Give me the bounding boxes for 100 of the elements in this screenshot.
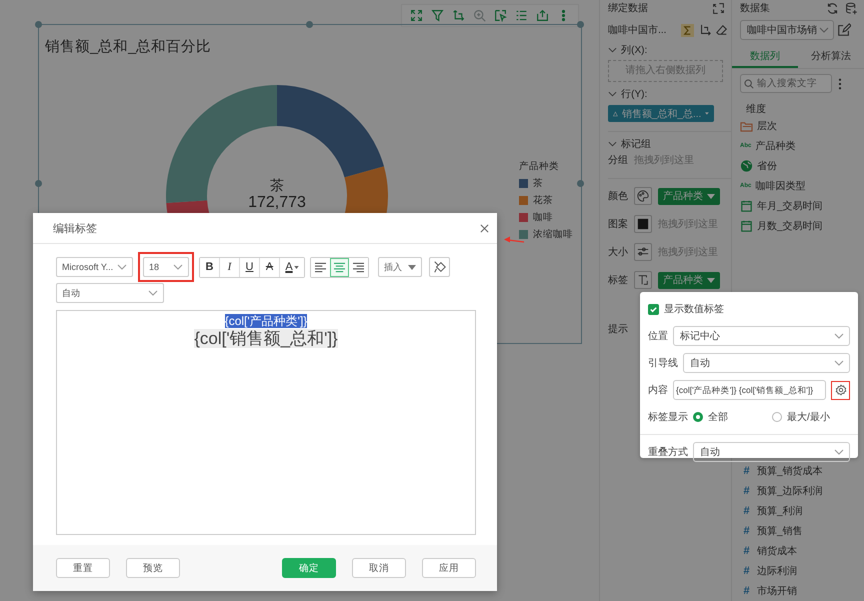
radio-label: 全部	[708, 410, 728, 424]
eraser-icon[interactable]	[716, 24, 728, 36]
font-select[interactable]: Microsoft Y...	[56, 257, 133, 277]
insert-dropdown[interactable]: 插入	[378, 257, 422, 277]
chevron-down-icon[interactable]	[608, 91, 618, 97]
field-label: 提示	[608, 323, 628, 336]
triangle-icon	[613, 108, 618, 118]
field-label: 标签显示	[648, 410, 688, 424]
dimension-pill[interactable]: 产品种类	[658, 188, 720, 204]
sigma-icon[interactable]	[681, 24, 694, 36]
folder-icon	[740, 120, 753, 132]
type-label: #	[742, 585, 751, 597]
resize-handle[interactable]	[35, 180, 42, 187]
legend-title: 产品种类	[519, 160, 560, 173]
slice-label: 茶	[270, 177, 284, 195]
editor-text: {col['产品种类']}	[224, 314, 308, 328]
section-label: 行(Y):	[621, 88, 648, 101]
bold-button[interactable]: B	[200, 258, 220, 276]
radio-button[interactable]	[693, 412, 703, 422]
more-icon[interactable]	[838, 78, 842, 90]
close-icon[interactable]	[480, 224, 489, 232]
field-name[interactable]: 边际利润	[757, 564, 797, 578]
label-editor[interactable]: {col['产品种类']} {col['销售额_总和']}	[56, 310, 476, 535]
position-select[interactable]: 标记中心	[673, 326, 850, 346]
legend-label: 茶	[533, 177, 543, 190]
field-name[interactable]: 省份	[757, 159, 777, 173]
tab[interactable]: 分析算法	[798, 46, 864, 68]
radio-button[interactable]	[772, 412, 782, 422]
chevron-down-icon	[117, 264, 127, 270]
chevron-down-icon[interactable]	[608, 47, 618, 53]
confirm-button[interactable]: 确定	[282, 558, 336, 578]
field-name[interactable]: 市场开销	[757, 584, 797, 598]
caret-down-icon	[408, 264, 416, 270]
resize-handle[interactable]	[577, 180, 584, 187]
type-label: #	[742, 525, 751, 537]
group-label: 维度	[746, 102, 767, 116]
field-name[interactable]: 预算_销售	[757, 524, 803, 538]
field-label: 颜色	[608, 190, 628, 203]
database-add-icon[interactable]	[845, 2, 858, 14]
palette-icon[interactable]	[634, 187, 652, 205]
field-name[interactable]: 年月_交易时间	[757, 199, 823, 213]
dialog-button[interactable]: 预览	[126, 558, 180, 578]
swap-axes-icon[interactable]	[699, 24, 712, 36]
resize-handle[interactable]	[577, 21, 584, 28]
content-field[interactable]: {col['产品种类']} {col['销售额_总和']}	[673, 380, 826, 400]
search-field[interactable]: 输入搜索文字	[740, 74, 832, 93]
measure-pill[interactable]: 销售额_总和_总...	[608, 105, 714, 122]
legend-label: 花茶	[533, 194, 553, 207]
type-label: #	[742, 465, 751, 477]
size-icon[interactable]	[634, 243, 652, 261]
caret-down-icon	[705, 111, 710, 116]
field-name[interactable]: 预算_利润	[757, 504, 803, 518]
search-icon	[744, 78, 754, 88]
slice-value: 172,773	[248, 194, 306, 212]
select-icon[interactable]	[492, 7, 510, 24]
field-name[interactable]: 咖啡因类型	[755, 179, 806, 193]
field-label: 标签	[608, 274, 628, 287]
pattern-icon[interactable]	[634, 215, 652, 233]
field-label: 内容	[648, 384, 668, 397]
legend-label: 浓缩咖啡	[533, 228, 573, 241]
chevron-down-icon	[834, 360, 844, 366]
resize-handle[interactable]	[306, 21, 314, 28]
chevron-down-icon	[173, 264, 183, 270]
field-name[interactable]: 预算_边际利润	[757, 484, 823, 498]
field-name[interactable]: 销货成本	[757, 544, 797, 558]
chevron-down-icon	[819, 27, 829, 33]
chevron-down-icon	[834, 333, 844, 339]
settings-button[interactable]	[831, 380, 850, 400]
dimension-pill[interactable]: 产品种类	[658, 272, 720, 288]
dialog-button[interactable]: 重置	[56, 558, 110, 578]
settings-icon	[834, 384, 846, 396]
dialog-button[interactable]: 取消	[352, 558, 406, 578]
field-name[interactable]: 预算_销货成本	[757, 464, 823, 478]
filter-icon[interactable]	[429, 7, 446, 24]
chevron-down-icon	[834, 449, 844, 455]
clear-format-button[interactable]	[429, 257, 450, 277]
section-label: 列(X):	[621, 44, 648, 57]
auto-select[interactable]: 自动	[56, 283, 164, 303]
dialog-button[interactable]: 应用	[422, 558, 476, 578]
overlap-select[interactable]: 自动	[693, 442, 850, 462]
panel-title: 绑定数据	[608, 2, 648, 15]
resize-handle[interactable]	[35, 21, 42, 28]
label-icon[interactable]	[634, 271, 652, 289]
caret-down-icon	[707, 278, 716, 282]
leader-line-select[interactable]: 自动	[683, 353, 850, 373]
tab[interactable]: 数据列	[732, 46, 798, 68]
font-size-select[interactable]: 18	[143, 257, 189, 277]
field-label: 大小	[608, 246, 628, 259]
field-name[interactable]: 层次	[757, 119, 777, 133]
field-name[interactable]: 产品种类	[755, 139, 796, 153]
edit-icon[interactable]	[837, 23, 851, 37]
chevron-down-icon[interactable]	[608, 141, 618, 147]
field-label: 分组	[608, 154, 628, 167]
calendar-icon	[740, 220, 753, 232]
align-center-icon	[333, 262, 346, 272]
field-name[interactable]: 月数_交易时间	[757, 219, 823, 233]
dataset-select[interactable]: 咖啡中国市场销	[740, 20, 834, 40]
checkbox[interactable]	[648, 304, 659, 314]
refresh-icon[interactable]	[826, 2, 839, 14]
type-label: #	[742, 565, 751, 577]
